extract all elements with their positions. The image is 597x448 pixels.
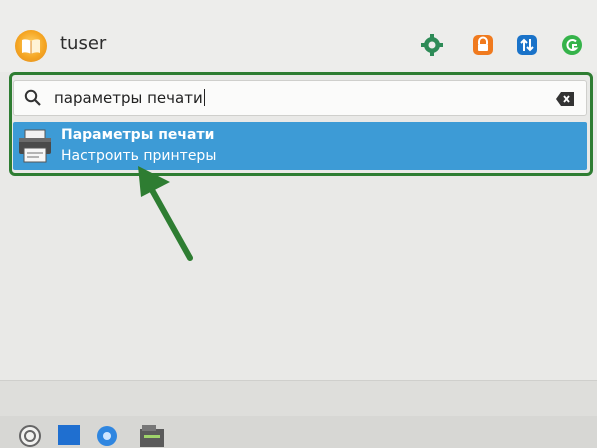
text-caret [203,89,205,106]
switch-user-icon[interactable] [515,33,539,57]
search-input[interactable]: параметры печати [13,80,587,116]
search-query: параметры печати [54,89,205,107]
result-title: Параметры печати [61,127,215,143]
results-empty-area [0,176,597,386]
taskbar [0,416,597,448]
logout-icon[interactable] [560,33,584,57]
file-manager-icon[interactable] [140,425,164,447]
application-menu: tuser параметры печати Параметры печати … [0,0,597,448]
clear-search-icon[interactable] [556,92,574,106]
printer-icon [19,129,51,163]
browser-icon[interactable] [96,425,118,447]
menu-header: tuser [0,0,597,72]
result-item-print-settings[interactable]: Параметры печати Настроить принтеры [13,122,587,170]
show-desktop-icon[interactable] [58,425,80,445]
menu-footer [0,380,597,417]
user-avatar[interactable] [15,30,47,62]
username: tuser [60,33,107,54]
lock-icon[interactable] [471,33,495,57]
reader-avatar-icon [22,39,40,54]
settings-gear-icon[interactable] [420,33,444,57]
start-menu-icon[interactable] [18,424,42,448]
result-subtitle: Настроить принтеры [61,148,217,164]
search-icon [24,89,41,106]
